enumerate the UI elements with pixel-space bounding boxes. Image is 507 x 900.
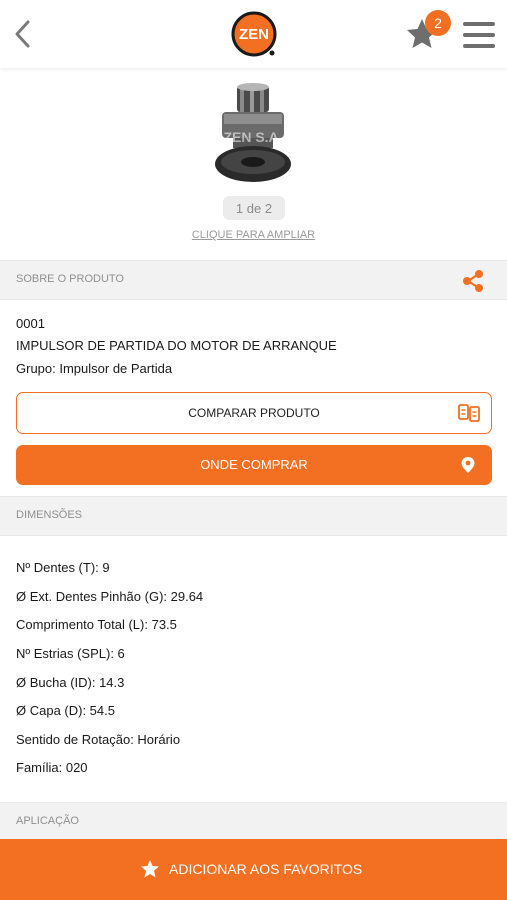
app-header: ZEN 2 [0, 0, 507, 68]
application-section-header: APLICAÇÃO [0, 802, 507, 842]
zen-logo: ZEN [231, 11, 277, 57]
where-to-buy-label: ONDE COMPRAR [200, 457, 308, 472]
svg-text:ZEN: ZEN [239, 26, 269, 43]
spec-teeth: Nº Dentes (T): 9 [16, 560, 110, 575]
location-pin-icon [461, 457, 475, 473]
product-photo[interactable]: ZEN S.A. [200, 78, 306, 194]
product-name: IMPULSOR DE PARTIDA DO MOTOR DE ARRANQUE [16, 338, 337, 353]
application-section-title: APLICAÇÃO [16, 815, 79, 827]
spec-rotation: Sentido de Rotação: Horário [16, 732, 181, 747]
compare-product-label: COMPARAR PRODUTO [188, 406, 320, 420]
spec-total-length: Comprimento Total (L): 73.5 [16, 617, 177, 632]
spec-cover-diameter: Ø Capa (D): 54.5 [16, 703, 115, 718]
product-group: Grupo: Impulsor de Partida [16, 361, 173, 376]
compare-product-button[interactable]: COMPARAR PRODUTO [16, 392, 492, 434]
star-icon [141, 860, 159, 878]
about-section-header: SOBRE O PRODUTO [0, 260, 507, 300]
product-code: 0001 [16, 316, 45, 331]
where-to-buy-button[interactable]: ONDE COMPRAR [16, 445, 492, 485]
dimensions-section-header: DIMENSÕES [0, 496, 507, 536]
compare-icon [458, 404, 480, 422]
add-to-favorites-label: ADICIONAR AOS FAVORITOS [169, 861, 363, 877]
spec-bushing-diameter: Ø Bucha (ID): 14.3 [16, 675, 125, 690]
share-icon[interactable] [460, 268, 486, 294]
back-arrow-icon[interactable] [10, 16, 38, 52]
favorites-count-badge: 2 [425, 10, 451, 36]
hamburger-menu-icon[interactable] [463, 20, 495, 50]
spec-splines: Nº Estrias (SPL): 6 [16, 646, 125, 661]
dimensions-section-title: DIMENSÕES [16, 509, 83, 521]
spec-pinion-diameter: Ø Ext. Dentes Pinhão (G): 29.64 [16, 589, 204, 604]
add-to-favorites-button[interactable]: ADICIONAR AOS FAVORITOS [0, 839, 507, 900]
image-pager: 1 de 2 [223, 196, 285, 220]
about-section-title: SOBRE O PRODUTO [16, 273, 124, 285]
spec-family: Família: 020 [16, 760, 88, 775]
watermark-text: ZEN S.A. [223, 129, 282, 145]
zoom-link[interactable]: CLIQUE PARA AMPLIAR [0, 229, 507, 241]
